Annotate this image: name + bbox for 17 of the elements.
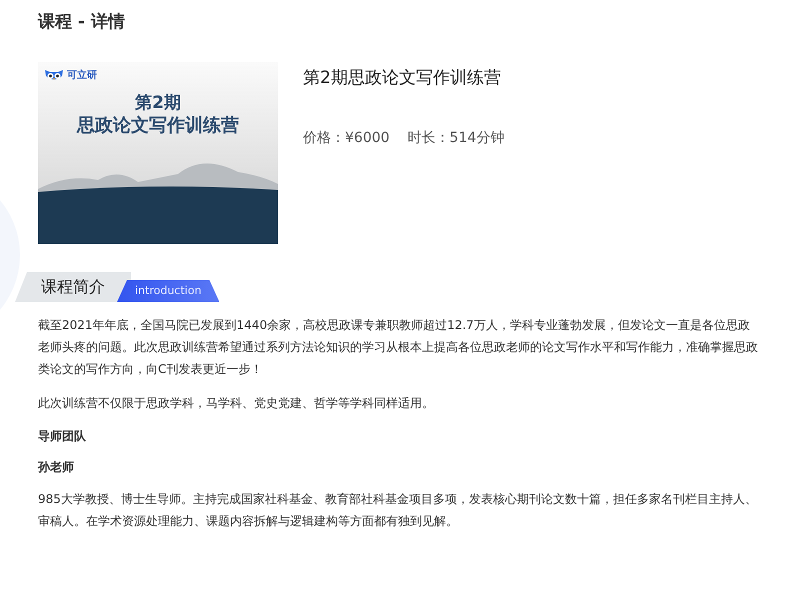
paragraph: 截至2021年年底，全国马院已发展到1440余家，高校思政课专兼职教师超过12.7万人，学科专业蓬勃发展，但发论文一直是各位思政老师头疼的问题。此次思政训练营希望通过系列方法论知识的学习从根本上提高各位思政老师的论文写作水平和写作能力，准确掌握思政类论文的写作方向，向C刊发表更近一步！ (38, 317, 759, 378)
cover-title: 思政论文写作训练营 (76, 114, 240, 138)
duration-value: 514分钟 (450, 130, 504, 146)
teacher-bio: 985大学教授、博士生导师。主持完成国家社科基金、教育部社科基金项目多项，发表核心期刊论文数十篇，担任多家名刊栏目主持人、审稿人。在学术资源处理能力、课题内容拆解与逻辑建构等方面都有独到见解。 (38, 491, 758, 530)
price-value: ¥6000 (345, 130, 390, 146)
logo-text: 可立研 (67, 68, 97, 82)
teacher-name: 孙老师 (38, 459, 75, 476)
price-label: 价格： (303, 130, 345, 146)
section-heading: 课程简介 (15, 272, 131, 302)
page-title: 课程 - 详情 (38, 11, 126, 34)
duration-label: 时长： (408, 130, 450, 146)
team-heading: 导师团队 (38, 428, 87, 445)
course-title: 第2期思政论文写作训练营 (303, 67, 502, 89)
section-subheading: introduction (117, 280, 220, 302)
paragraph: 此次训练营不仅限于思政学科，马学科、党史党建、哲学等学科同样适用。 (38, 395, 435, 412)
cover-title: 第2期 (134, 92, 182, 114)
owl-logo-icon (44, 68, 64, 82)
